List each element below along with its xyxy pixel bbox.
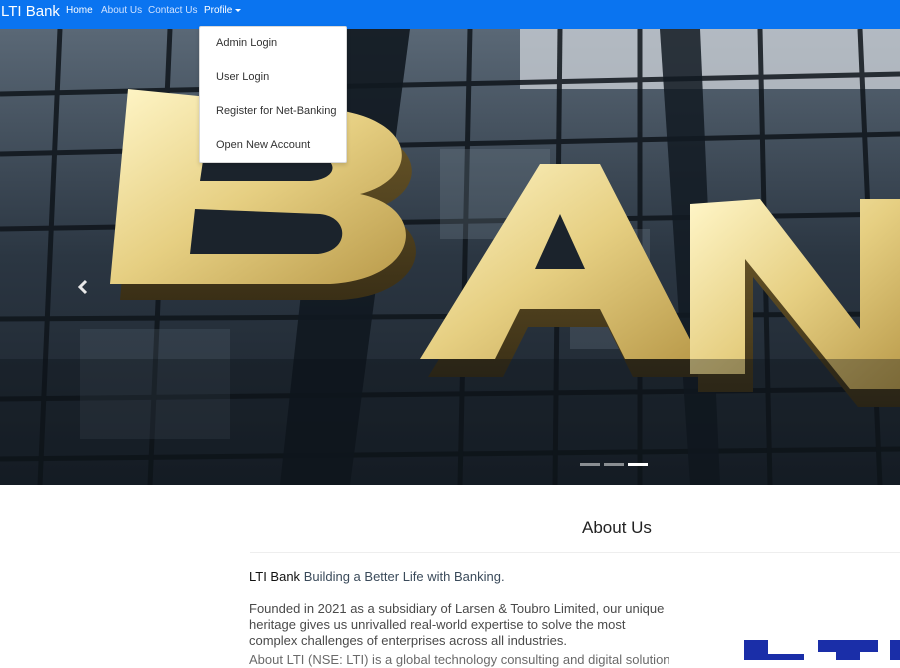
hero-image <box>0 29 900 485</box>
carousel-indicator[interactable] <box>604 463 624 466</box>
lti-logo-image <box>740 636 900 660</box>
dropdown-item-admin-login[interactable]: Admin Login <box>216 37 277 49</box>
carousel-indicator[interactable] <box>580 463 600 466</box>
nav-about-link[interactable]: About Us <box>101 5 142 16</box>
lti-logo-graphic <box>744 640 900 660</box>
carousel-prev-button[interactable] <box>74 275 94 299</box>
about-paragraph-2: About LTI (NSE: LTI) is a global technol… <box>249 652 669 667</box>
caret-down-icon <box>235 8 242 12</box>
dropdown-item-open-new-account[interactable]: Open New Account <box>216 139 310 151</box>
about-divider <box>250 552 900 553</box>
dropdown-item-user-login[interactable]: User Login <box>216 71 269 83</box>
about-slogan: Building a Better Life with Banking. <box>303 569 505 584</box>
about-paragraph: Founded in 2021 as a subsidiary of Larse… <box>249 601 665 648</box>
carousel-indicators <box>580 461 650 467</box>
chevron-left-icon <box>77 279 88 295</box>
navbar: LTI Bank Home About Us Contact Us Profil… <box>0 0 900 29</box>
about-brand: LTI Bank <box>249 569 301 584</box>
hero-carousel <box>0 29 900 485</box>
carousel-indicator-active[interactable] <box>628 463 648 466</box>
profile-dropdown-menu: Admin Login User Login Register for Net-… <box>199 26 347 163</box>
nav-profile-label: Profile <box>204 5 233 16</box>
about-tagline: LTI Bank Building a Better Life with Ban… <box>249 569 505 584</box>
nav-contact-link[interactable]: Contact Us <box>148 5 197 16</box>
nav-home-link[interactable]: Home <box>66 5 93 16</box>
nav-profile-dropdown[interactable]: Profile <box>204 5 242 16</box>
dropdown-item-register-net-banking[interactable]: Register for Net-Banking <box>216 105 336 117</box>
about-section-title: About Us <box>582 518 652 537</box>
brand-logo[interactable]: LTI Bank <box>1 3 60 20</box>
